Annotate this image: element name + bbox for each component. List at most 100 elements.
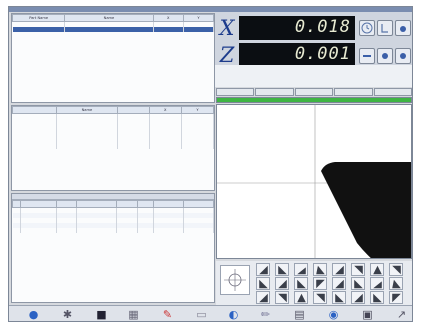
col-header[interactable]: Y xyxy=(180,106,214,114)
edge-tool-button[interactable] xyxy=(256,263,270,276)
status-area xyxy=(215,65,412,87)
camera-view[interactable] xyxy=(216,104,412,259)
cell xyxy=(183,228,214,233)
home-x-button[interactable] xyxy=(395,20,411,36)
cell xyxy=(117,144,150,149)
edge-tool-icon xyxy=(297,293,306,303)
col-header[interactable] xyxy=(116,200,138,208)
edge-tool-icon xyxy=(259,265,268,275)
table-row[interactable] xyxy=(12,228,214,233)
cell xyxy=(153,228,184,233)
edge-tool-icon xyxy=(259,279,268,289)
col-header[interactable]: X xyxy=(148,106,182,114)
col-header[interactable]: Y xyxy=(182,14,214,22)
edge-tool-icon xyxy=(278,265,287,275)
crosshair-target-button[interactable] xyxy=(220,265,250,295)
edge-tool-button[interactable] xyxy=(313,277,327,290)
edge-tool-button[interactable] xyxy=(332,291,346,304)
camera-icon[interactable]: ■ xyxy=(95,308,108,321)
crosshair-icon xyxy=(224,269,246,291)
cell xyxy=(64,27,154,32)
edge-tool-button[interactable] xyxy=(351,277,365,290)
col-header[interactable] xyxy=(152,200,184,208)
col-header[interactable]: X xyxy=(152,14,184,22)
trash-icon[interactable]: ▣ xyxy=(361,308,374,321)
ruler-icon[interactable]: ▭ xyxy=(195,308,208,321)
tab[interactable] xyxy=(334,88,373,96)
edge-tool-button[interactable] xyxy=(275,291,289,304)
results-table xyxy=(12,200,214,233)
edge-tool-icon xyxy=(316,293,325,303)
edge-tool-icon xyxy=(373,265,382,275)
grid-icon[interactable]: ▦ xyxy=(127,308,140,321)
edge-tool-button[interactable] xyxy=(370,277,384,290)
col-header[interactable]: Part Name xyxy=(12,14,66,22)
tool-palette xyxy=(216,261,412,305)
tab[interactable] xyxy=(373,88,412,96)
cell xyxy=(12,27,66,32)
pen-icon[interactable]: ✎ xyxy=(161,308,174,321)
edge-tool-icon xyxy=(278,293,287,303)
measure-icon[interactable]: ◐ xyxy=(227,308,240,321)
col-header[interactable] xyxy=(12,106,58,114)
tab[interactable] xyxy=(255,88,294,96)
col-header[interactable] xyxy=(20,200,58,208)
col-header[interactable]: Name xyxy=(64,14,154,22)
zero-x-button[interactable] xyxy=(377,20,393,36)
arrow-icon[interactable]: ↗ xyxy=(395,308,408,321)
features-table: Part Name Name X Y xyxy=(12,14,214,32)
table-icon[interactable]: ▤ xyxy=(293,308,306,321)
edge-tool-button[interactable] xyxy=(256,291,270,304)
edge-tool-button[interactable] xyxy=(313,291,327,304)
col-header[interactable] xyxy=(76,200,118,208)
edge-tool-icon xyxy=(373,293,382,303)
edge-tool-button[interactable] xyxy=(389,263,403,276)
edge-tool-button[interactable] xyxy=(275,263,289,276)
edge-tool-button[interactable] xyxy=(332,277,346,290)
x-readout: 0.018 xyxy=(239,16,355,40)
edge-tool-icon xyxy=(297,279,306,289)
edge-tool-button[interactable] xyxy=(370,291,384,304)
edge-tool-button[interactable] xyxy=(332,263,346,276)
edge-tool-button[interactable] xyxy=(294,277,308,290)
col-header[interactable] xyxy=(182,200,214,208)
col-header[interactable] xyxy=(136,200,154,208)
cell xyxy=(56,228,78,233)
globe-icon[interactable]: ● xyxy=(27,308,40,321)
edge-tool-button[interactable] xyxy=(294,291,308,304)
clock-icon[interactable] xyxy=(359,20,375,36)
record-icon[interactable]: ◉ xyxy=(327,308,340,321)
col-header[interactable] xyxy=(116,106,150,114)
edge-tool-button[interactable] xyxy=(275,277,289,290)
edge-tool-icon xyxy=(354,279,363,289)
bottom-toolbar: ● ✱ ■ ▦ ✎ ▭ ◐ ✏ ▤ ◉ ▣ ↗ xyxy=(9,305,412,321)
table-row[interactable] xyxy=(12,27,214,32)
zero-z-button[interactable] xyxy=(377,48,393,64)
wrench-icon[interactable]: ✱ xyxy=(61,308,74,321)
edge-tool-icon xyxy=(392,265,401,275)
pencil-icon[interactable]: ✏ xyxy=(259,308,272,321)
col-header[interactable] xyxy=(56,200,78,208)
features-panel: Part Name Name X Y xyxy=(11,13,215,103)
edge-tool-button[interactable] xyxy=(370,263,384,276)
edge-tool-button[interactable] xyxy=(313,263,327,276)
edge-tool-button[interactable] xyxy=(294,263,308,276)
col-header[interactable] xyxy=(12,200,22,208)
home-z-button[interactable] xyxy=(395,48,411,64)
edge-tool-button[interactable] xyxy=(256,277,270,290)
progress-bar xyxy=(216,97,412,103)
tab[interactable] xyxy=(216,88,255,96)
edge-tool-button[interactable] xyxy=(389,291,403,304)
cell xyxy=(56,144,118,149)
cell xyxy=(12,228,22,233)
edge-tool-icon xyxy=(278,279,287,289)
edge-tool-button[interactable] xyxy=(351,291,365,304)
edge-tool-button[interactable] xyxy=(389,277,403,290)
cell xyxy=(76,228,118,233)
tab[interactable] xyxy=(294,88,334,96)
minus-icon[interactable] xyxy=(359,48,375,64)
table-row[interactable] xyxy=(12,144,214,149)
edge-tool-button[interactable] xyxy=(351,263,365,276)
col-header[interactable]: Name xyxy=(56,106,118,114)
cell xyxy=(20,228,58,233)
